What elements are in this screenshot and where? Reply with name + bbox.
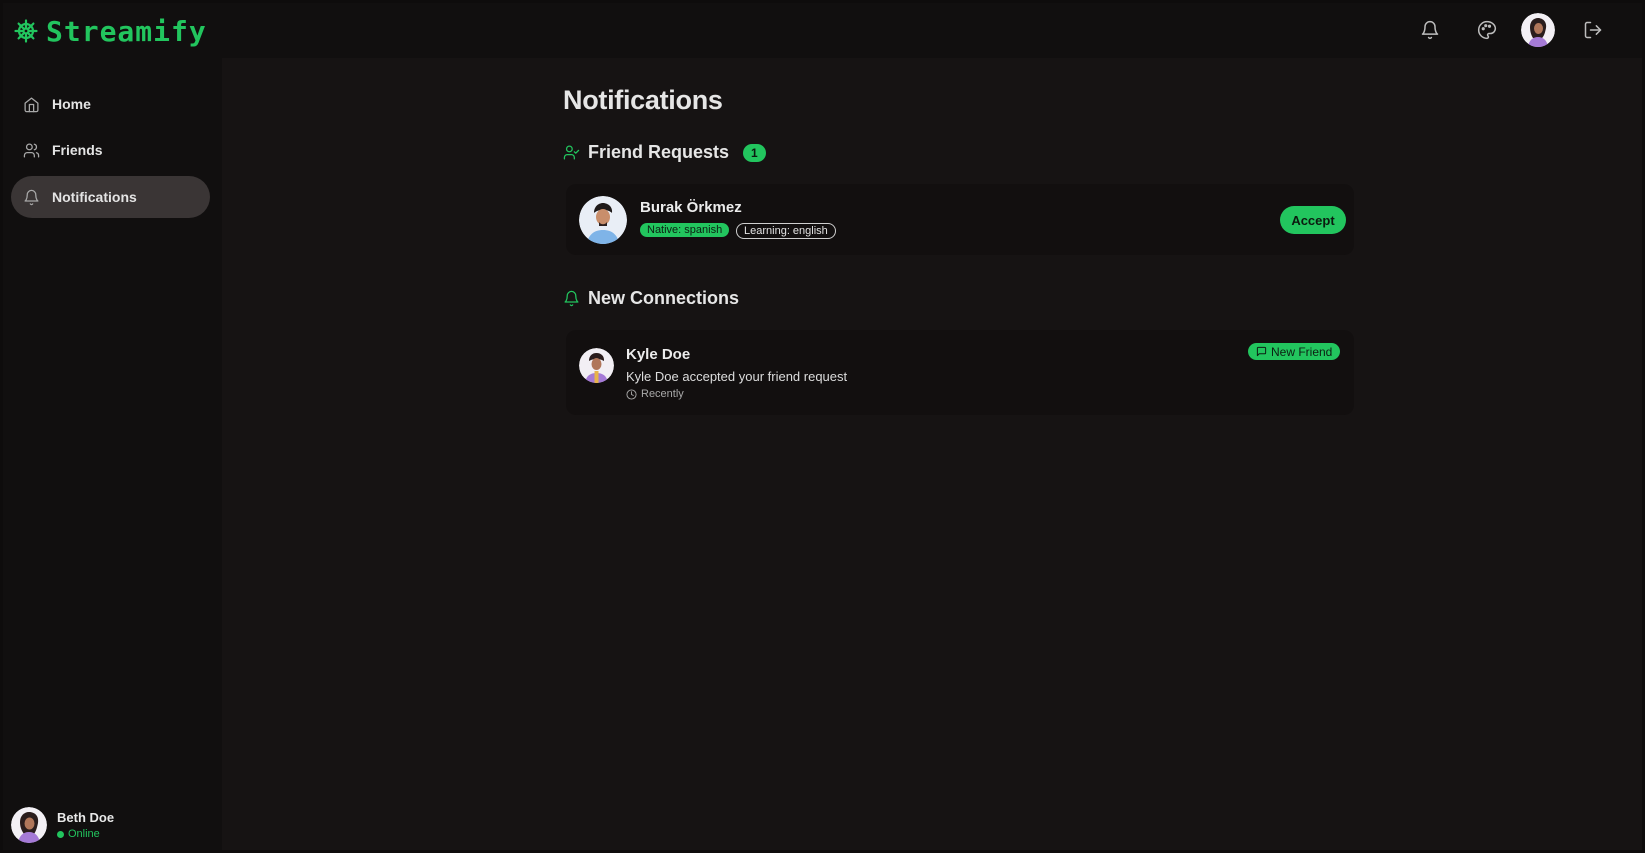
bell-icon — [24, 189, 39, 205]
avatar-image — [579, 348, 614, 383]
section-title: Friend Requests — [588, 142, 730, 162]
notifications-button[interactable] — [1416, 16, 1444, 44]
avatar-image — [579, 196, 627, 244]
friend-request-card: Burak Örkmez Native: spanish Learning: e… — [566, 184, 1354, 255]
current-user[interactable]: Beth Doe Online — [11, 805, 114, 845]
avatar — [579, 348, 614, 383]
user-name: Beth Doe — [57, 810, 115, 825]
avatar — [11, 807, 47, 843]
home-icon — [24, 96, 39, 112]
badge-label: New Friend — [1271, 344, 1333, 359]
new-friend-badge: New Friend — [1248, 343, 1341, 360]
sidebar-item-label: Friends — [52, 142, 103, 158]
page-title: Notifications — [563, 85, 723, 115]
time-label: Recently — [641, 388, 684, 400]
bell-icon — [1421, 20, 1439, 40]
user-status: Online — [57, 828, 114, 840]
sidebar-item-home[interactable]: Home — [11, 83, 210, 125]
sidebar-item-notifications[interactable]: Notifications — [11, 176, 210, 218]
sidebar-item-friends[interactable]: Friends — [11, 129, 210, 171]
logout-icon — [1584, 21, 1602, 39]
request-user-name: Burak Örkmez — [640, 199, 742, 216]
bell-icon — [564, 290, 579, 307]
avatar — [579, 196, 627, 244]
learning-language-tag: Learning: english — [736, 223, 836, 239]
connection-message: Kyle Doe accepted your friend request — [626, 369, 848, 384]
logout-button[interactable] — [1579, 16, 1607, 44]
clock-icon — [626, 388, 637, 400]
connection-card: Kyle Doe Kyle Doe accepted your friend r… — [566, 330, 1354, 415]
section-title: New Connections — [588, 288, 740, 308]
message-square-icon — [1256, 346, 1267, 357]
sidebar: Home Friends Notifications Beth Doe Onli… — [3, 58, 222, 850]
count-badge: 1 — [743, 143, 766, 162]
palette-icon — [1478, 20, 1497, 40]
sidebar-item-label: Notifications — [52, 189, 137, 205]
new-connections-heading: New Connections — [563, 288, 739, 309]
online-dot-icon — [57, 830, 64, 838]
connection-time: Recently — [626, 388, 684, 400]
theme-button[interactable] — [1473, 16, 1501, 44]
avatar-image — [1521, 13, 1555, 47]
top-actions — [3, 13, 1642, 47]
native-language-tag: Native: spanish — [640, 223, 730, 237]
friend-requests-heading: Friend Requests 1 — [563, 142, 766, 163]
app-window: Streamify Home Friends Notifications Bet… — [3, 3, 1642, 850]
sidebar-item-label: Home — [52, 96, 91, 112]
user-check-icon — [563, 145, 580, 160]
user-status-label: Online — [68, 828, 100, 840]
avatar-image — [11, 807, 47, 843]
profile-avatar[interactable] — [1521, 13, 1555, 47]
users-icon — [23, 142, 40, 158]
connection-user-name: Kyle Doe — [626, 346, 691, 363]
accept-button[interactable]: Accept — [1280, 206, 1346, 234]
top-bar: Streamify — [3, 3, 1642, 58]
